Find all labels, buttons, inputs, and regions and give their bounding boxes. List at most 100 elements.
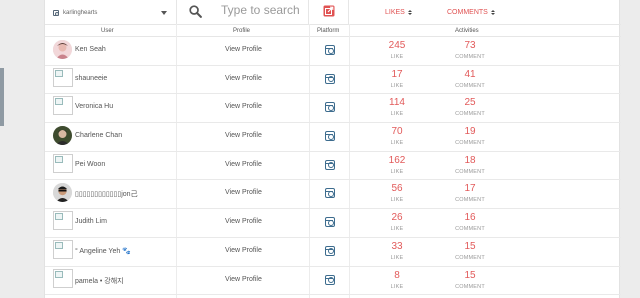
- avatar-broken-image: [53, 268, 73, 288]
- likes-label: LIKE: [390, 254, 404, 261]
- likes-value: 33: [391, 240, 403, 252]
- comments-value: 73: [464, 40, 476, 51]
- view-profile-link[interactable]: View Profile: [225, 46, 262, 53]
- comments-value: 41: [464, 68, 476, 80]
- avatar-broken-image: [53, 239, 73, 259]
- user-name[interactable]: Ken Seah: [75, 46, 106, 53]
- table-header: User Profile Platform Activities: [45, 24, 621, 37]
- instagram-icon[interactable]: [325, 245, 335, 256]
- likes-count: 8 LIKE: [377, 270, 417, 290]
- likes-label: LIKE: [390, 111, 404, 118]
- chevron-down-icon[interactable]: [161, 11, 167, 15]
- sort-likes-button[interactable]: LIKES: [385, 9, 412, 16]
- table-row: Ken Seah View Profile 245 LIKE 73 COMMEN…: [45, 37, 621, 66]
- comments-value: 25: [464, 97, 476, 109]
- view-profile-link[interactable]: View Profile: [225, 161, 262, 168]
- likes-value: 56: [391, 183, 403, 195]
- sort-likes-label: LIKES: [385, 9, 405, 16]
- comments-label: COMMENT: [455, 54, 485, 60]
- column-header-user: User: [101, 28, 114, 34]
- column-header-platform: Platform: [317, 28, 340, 34]
- comments-label: COMMENT: [455, 82, 485, 89]
- comments-value: 16: [464, 212, 476, 224]
- table-row: pamela • 강해지 View Profile 8 LIKE 15 COMM…: [45, 267, 621, 296]
- toolbar: karlinghearts LIKES COMMENTS: [45, 0, 621, 24]
- likes-value: 245: [388, 40, 406, 51]
- likes-count: 114 LIKE: [377, 97, 417, 117]
- view-profile-link[interactable]: View Profile: [225, 103, 262, 110]
- likes-count: 26 LIKE: [377, 212, 417, 232]
- search-box: [176, 0, 309, 24]
- likes-label: LIKE: [390, 197, 404, 204]
- instagram-icon[interactable]: [325, 217, 335, 228]
- instagram-icon[interactable]: [325, 188, 335, 199]
- likes-label: LIKE: [390, 54, 404, 60]
- search-input[interactable]: [221, 2, 307, 18]
- user-name[interactable]: Charlene Chan: [75, 132, 122, 139]
- likes-value: 26: [391, 212, 403, 224]
- followers-table-panel: karlinghearts LIKES COMMENTS U: [44, 0, 621, 298]
- view-profile-link[interactable]: View Profile: [225, 75, 262, 82]
- instagram-icon[interactable]: [325, 73, 335, 84]
- view-profile-link[interactable]: View Profile: [225, 132, 262, 139]
- user-name[interactable]: pamela • 강해지: [75, 276, 124, 286]
- export-area: [309, 0, 349, 24]
- likes-value: 17: [391, 68, 403, 80]
- comments-count: 73 COMMENT: [450, 40, 490, 60]
- comments-count: 16 COMMENT: [450, 212, 490, 232]
- left-edge-tab: [0, 68, 4, 126]
- comments-label: COMMENT: [455, 111, 485, 118]
- user-name[interactable]: ▯▯▯▯▯▯▯▯▯▯▯▯jon己: [75, 189, 138, 199]
- user-name[interactable]: Judith Lim: [75, 218, 107, 225]
- instagram-icon[interactable]: [325, 131, 335, 142]
- likes-count: 70 LIKE: [377, 126, 417, 146]
- comments-count: 25 COMMENT: [450, 97, 490, 117]
- instagram-icon[interactable]: [325, 102, 335, 113]
- comments-count: 41 COMMENT: [450, 69, 490, 89]
- avatar-broken-image: [53, 96, 73, 116]
- user-name[interactable]: Veronica Hu: [75, 103, 113, 110]
- likes-value: 162: [388, 154, 406, 166]
- view-profile-link[interactable]: View Profile: [225, 247, 262, 254]
- comments-count: 18 COMMENT: [450, 155, 490, 175]
- likes-label: LIKE: [390, 82, 404, 89]
- sort-comments-button[interactable]: COMMENTS: [447, 9, 495, 16]
- comments-label: COMMENT: [455, 283, 485, 290]
- account-selector[interactable]: karlinghearts: [53, 7, 171, 19]
- avatar: [53, 126, 72, 146]
- export-icon[interactable]: [323, 5, 335, 17]
- view-profile-link[interactable]: View Profile: [225, 276, 262, 283]
- comments-label: COMMENT: [455, 168, 485, 175]
- table-row: ▯▯▯▯▯▯▯▯▯▯▯▯jon己 View Profile 56 LIKE 17…: [45, 180, 621, 210]
- user-name[interactable]: Pei Woon: [75, 161, 105, 168]
- table-row: shauneeie View Profile 17 LIKE 41 COMMEN…: [45, 66, 621, 95]
- table-row: Veronica Hu View Profile 114 LIKE 25 COM…: [45, 94, 621, 124]
- likes-label: LIKE: [390, 226, 404, 233]
- user-name[interactable]: ° Angeline Yeh 🐾: [75, 247, 131, 255]
- user-name[interactable]: shauneeie: [75, 75, 107, 82]
- sort-comments-label: COMMENTS: [447, 9, 488, 16]
- likes-count: 245 LIKE: [377, 40, 417, 60]
- column-header-profile: Profile: [233, 28, 251, 34]
- comments-count: 17 COMMENT: [450, 183, 490, 203]
- view-profile-link[interactable]: View Profile: [225, 218, 262, 225]
- search-icon[interactable]: [189, 5, 202, 18]
- account-name: karlinghearts: [63, 10, 98, 16]
- comments-value: 15: [464, 240, 476, 252]
- likes-value: 114: [389, 97, 405, 109]
- comments-count: 19 COMMENT: [450, 126, 490, 146]
- avatar-broken-image: [53, 153, 73, 173]
- instagram-icon[interactable]: [325, 159, 335, 170]
- likes-count: 56 LIKE: [377, 183, 417, 203]
- comments-value: 15: [464, 269, 476, 281]
- comments-count: 15 COMMENT: [450, 241, 490, 261]
- sort-arrows-icon: [490, 10, 495, 15]
- table-row: Pei Woon View Profile 162 LIKE 18 COMMEN…: [45, 152, 621, 181]
- likes-value: 70: [391, 126, 403, 138]
- instagram-icon[interactable]: [325, 45, 335, 55]
- instagram-icon[interactable]: [325, 274, 335, 285]
- likes-count: 17 LIKE: [377, 69, 417, 89]
- likes-value: 8: [394, 269, 400, 281]
- view-profile-link[interactable]: View Profile: [225, 189, 262, 196]
- column-header-activities: Activities: [455, 28, 479, 34]
